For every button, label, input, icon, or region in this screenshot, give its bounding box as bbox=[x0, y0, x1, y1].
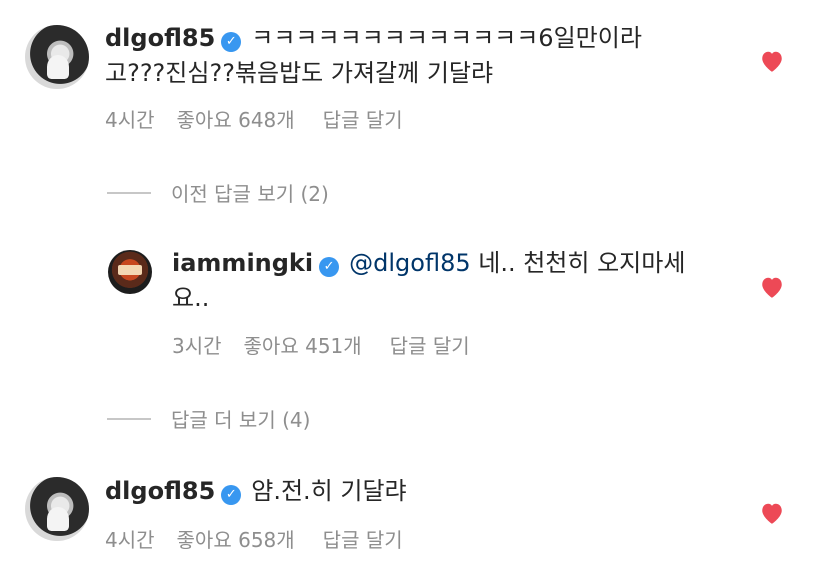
comment-meta: 4시간 좋아요 658개 답글 달기 bbox=[105, 524, 425, 553]
reply-button[interactable]: 답글 달기 bbox=[390, 334, 470, 358]
verified-badge-icon: ✓ bbox=[221, 485, 242, 505]
username[interactable]: dlgofl85 bbox=[105, 477, 215, 505]
comment-text-line-1: iammingki ✓ @dlgofl85 네.. 천천히 오지마세 bbox=[172, 246, 685, 281]
comment-body-continued: 고???진심??볶음밥도 가져갈께 기달랴 bbox=[105, 59, 494, 87]
view-previous-label: 이전 답글 보기 (2) bbox=[171, 182, 329, 206]
view-previous-replies[interactable]: 이전 답글 보기 (2) bbox=[107, 178, 329, 207]
comment-meta: 4시간 좋아요 648개 답글 달기 bbox=[105, 104, 425, 133]
view-more-label: 답글 더 보기 (4) bbox=[171, 408, 311, 432]
avatar[interactable] bbox=[25, 477, 89, 541]
view-more-replies[interactable]: 답글 더 보기 (4) bbox=[107, 404, 310, 433]
comment-text-line-1: dlgofl85 ✓ ㅋㅋㅋㅋㅋㅋㅋㅋㅋㅋㅋㅋㅋ6일만이라 bbox=[105, 21, 642, 56]
verified-badge-icon: ✓ bbox=[221, 32, 242, 52]
comment-body: 얌.전.히 기달랴 bbox=[251, 477, 407, 505]
timestamp: 3시간 bbox=[172, 334, 222, 358]
mention-link[interactable]: @dlgofl85 bbox=[349, 249, 470, 277]
like-count[interactable]: 좋아요 451개 bbox=[244, 334, 362, 358]
verified-badge-icon: ✓ bbox=[319, 257, 340, 277]
username[interactable]: dlgofl85 bbox=[105, 24, 215, 52]
avatar[interactable] bbox=[108, 250, 152, 294]
comment-body: ㅋㅋㅋㅋㅋㅋㅋㅋㅋㅋㅋㅋㅋ6일만이라 bbox=[251, 24, 642, 52]
like-count[interactable]: 좋아요 648개 bbox=[177, 108, 295, 132]
username[interactable]: iammingki bbox=[172, 249, 313, 277]
divider-line bbox=[107, 192, 151, 194]
comment-body-continued: 요.. bbox=[172, 284, 210, 312]
reply-button[interactable]: 답글 달기 bbox=[323, 528, 403, 552]
heart-icon[interactable] bbox=[759, 275, 785, 299]
timestamp: 4시간 bbox=[105, 108, 155, 132]
reply-button[interactable]: 답글 달기 bbox=[323, 108, 403, 132]
like-count[interactable]: 좋아요 658개 bbox=[177, 528, 295, 552]
timestamp: 4시간 bbox=[105, 528, 155, 552]
heart-icon[interactable] bbox=[759, 501, 785, 525]
comment-body: 네.. 천천히 오지마세 bbox=[470, 249, 686, 277]
comment-meta: 3시간 좋아요 451개 답글 달기 bbox=[172, 330, 492, 359]
comment-text-line-2: 요.. bbox=[172, 281, 209, 316]
avatar[interactable] bbox=[25, 25, 89, 89]
comment-text-line-1: dlgofl85 ✓ 얌.전.히 기달랴 bbox=[105, 474, 407, 509]
comment-text-line-2: 고???진심??볶음밥도 가져갈께 기달랴 bbox=[105, 56, 493, 91]
divider-line bbox=[107, 418, 151, 420]
heart-icon[interactable] bbox=[759, 49, 785, 73]
